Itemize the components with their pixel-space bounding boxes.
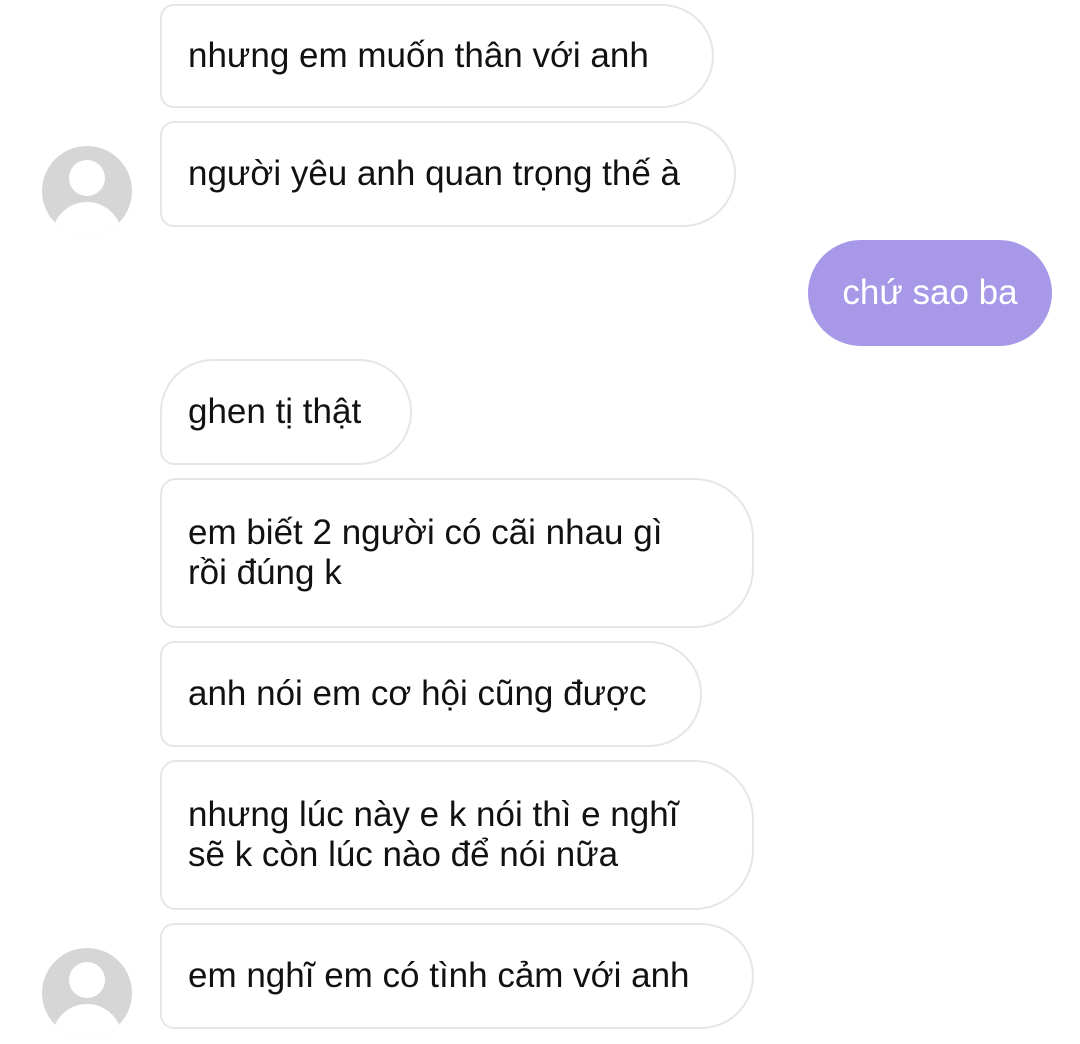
message-bubble-incoming[interactable]: em biết 2 người có cãi nhau gì rồi đúng … — [160, 478, 754, 628]
message-text: ghen tị thật — [188, 392, 362, 431]
message-text: em nghĩ em có tình cảm với anh — [188, 956, 690, 995]
message-text: chứ sao ba — [842, 273, 1018, 312]
message-bubble-incoming[interactable]: em nghĩ em có tình cảm với anh — [160, 923, 754, 1029]
default-user-avatar-icon — [69, 962, 105, 998]
contact-avatar[interactable] — [42, 146, 132, 236]
message-bubble-incoming[interactable]: ghen tị thật — [160, 359, 412, 465]
default-user-avatar-icon — [69, 160, 105, 196]
contact-avatar[interactable] — [42, 948, 132, 1038]
message-bubble-outgoing[interactable]: chứ sao ba — [808, 240, 1052, 346]
message-bubble-incoming[interactable]: người yêu anh quan trọng thế à — [160, 121, 736, 227]
message-bubble-incoming[interactable]: nhưng lúc này e k nói thì e nghĩ sẽ k cò… — [160, 760, 754, 910]
message-text: em biết 2 người có cãi nhau gì rồi đúng … — [188, 513, 663, 592]
message-text: nhưng lúc này e k nói thì e nghĩ sẽ k cò… — [188, 795, 679, 874]
message-text: người yêu anh quan trọng thế à — [188, 154, 681, 193]
message-text: nhưng em muốn thân với anh — [188, 36, 649, 75]
message-bubble-incoming[interactable]: anh nói em cơ hội cũng được — [160, 641, 702, 747]
message-text: anh nói em cơ hội cũng được — [188, 674, 647, 713]
message-bubble-incoming[interactable]: nhưng em muốn thân với anh — [160, 4, 714, 108]
